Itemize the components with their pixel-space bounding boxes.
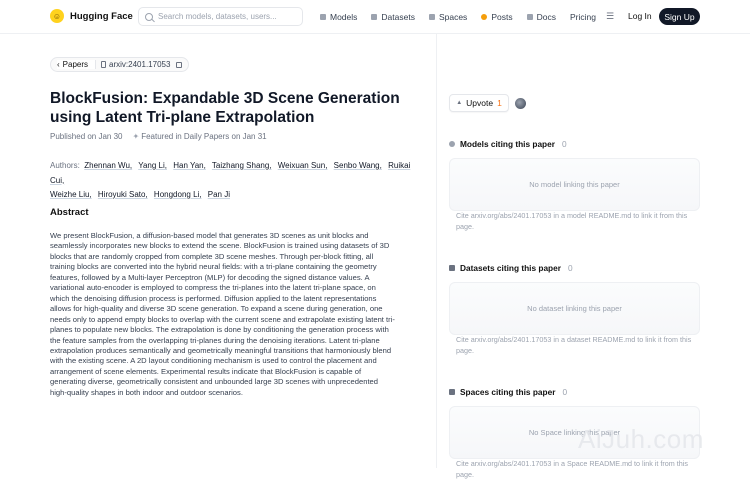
search-icon <box>145 12 153 21</box>
datasets-empty-box: No dataset linking this paper <box>449 282 700 335</box>
author-link[interactable]: Taizhang Shang, <box>212 161 272 170</box>
search-input[interactable]: Search models, datasets, users... <box>138 7 303 26</box>
spaces-cite-hint: Cite arxiv.org/abs/2401.17053 in a Space… <box>456 459 688 479</box>
document-icon <box>101 61 107 68</box>
brand-name: Hugging Face <box>70 10 133 22</box>
upvote-count: 1 <box>497 98 502 108</box>
star-icon: ✦ <box>132 132 140 141</box>
copy-icon[interactable] <box>176 61 183 68</box>
docs-icon <box>526 13 533 20</box>
spaces-citing-heading: Spaces citing this paper 0 <box>449 387 567 397</box>
author-link[interactable]: Hiroyuki Sato, <box>98 190 148 199</box>
daily-papers-link[interactable]: Daily Papers <box>184 132 229 141</box>
author-link[interactable]: Weixuan Sun, <box>278 161 328 170</box>
upvoter-avatar[interactable] <box>515 98 526 109</box>
spaces-count: 0 <box>562 387 568 397</box>
abstract-heading: Abstract <box>50 207 89 218</box>
authors-list: Authors: Zhennan Wu, Yang Li, Han Yan, T… <box>50 159 420 203</box>
datasets-count: 0 <box>567 263 573 273</box>
column-divider <box>436 34 437 468</box>
models-citing-heading: Models citing this paper 0 <box>449 139 567 149</box>
nav-pricing[interactable]: Pricing <box>570 12 596 22</box>
models-icon <box>449 141 455 147</box>
nav-models[interactable]: Models <box>320 12 357 22</box>
nav-posts[interactable]: Posts <box>481 12 513 22</box>
author-link[interactable]: Yang Li, <box>138 161 167 170</box>
authors-label: Authors: <box>50 161 80 170</box>
papers-back-button[interactable]: ‹ Papers <box>57 60 97 69</box>
breadcrumb: ‹ Papers arxiv:2401.17053 <box>50 57 190 72</box>
datasets-icon <box>449 265 455 271</box>
watermark: AiJuh.com <box>578 424 704 454</box>
publication-info: Published on Jan 30 ✦ Featured in Daily P… <box>50 132 267 141</box>
top-navbar: ☺ Hugging Face Search models, datasets, … <box>0 0 750 34</box>
author-link[interactable]: Zhennan Wu, <box>84 161 132 170</box>
nav-spaces[interactable]: Spaces <box>428 12 467 22</box>
posts-icon <box>481 13 488 20</box>
spaces-icon <box>428 13 435 20</box>
more-menu-icon[interactable]: ☰ <box>606 11 614 22</box>
author-link[interactable]: Hongdong Li, <box>154 190 202 199</box>
author-link[interactable]: Han Yan, <box>173 161 206 170</box>
hugging-face-logo-icon: ☺ <box>50 9 64 23</box>
author-link[interactable]: Pan Ji <box>208 190 230 199</box>
arxiv-id[interactable]: arxiv:2401.17053 <box>101 60 183 69</box>
paper-title: BlockFusion: Expandable 3D Scene Generat… <box>50 90 400 126</box>
models-empty-box: No model linking this paper <box>449 158 700 211</box>
models-count: 0 <box>561 139 567 149</box>
featured-info: ✦ Featured in Daily Papers on Jan 31 <box>132 132 267 141</box>
author-link[interactable]: Weizhe Liu, <box>50 190 92 199</box>
published-date: Published on Jan 30 <box>50 132 123 141</box>
signup-button[interactable]: Sign Up <box>659 8 700 25</box>
author-link[interactable]: Senbo Wang, <box>334 161 382 170</box>
nav-docs[interactable]: Docs <box>526 12 556 22</box>
datasets-citing-heading: Datasets citing this paper 0 <box>449 263 573 273</box>
chevron-left-icon: ‹ <box>57 60 60 69</box>
models-icon <box>320 13 326 20</box>
search-placeholder: Search models, datasets, users... <box>158 12 277 21</box>
login-link[interactable]: Log In <box>628 11 652 21</box>
datasets-icon <box>371 13 378 20</box>
spaces-icon <box>449 389 455 395</box>
models-cite-hint: Cite arxiv.org/abs/2401.17053 in a model… <box>456 211 688 231</box>
datasets-cite-hint: Cite arxiv.org/abs/2401.17053 in a datas… <box>456 335 692 355</box>
nav-datasets[interactable]: Datasets <box>371 12 415 22</box>
abstract-text: We present BlockFusion, a diffusion-base… <box>50 231 395 397</box>
nav-links: Models Datasets Spaces Posts Docs Pricin… <box>320 11 614 22</box>
upvote-arrow-icon: ▲ <box>456 100 463 106</box>
home-logo[interactable]: ☺ Hugging Face <box>50 9 133 23</box>
upvote-button[interactable]: ▲ Upvote 1 <box>449 94 509 112</box>
